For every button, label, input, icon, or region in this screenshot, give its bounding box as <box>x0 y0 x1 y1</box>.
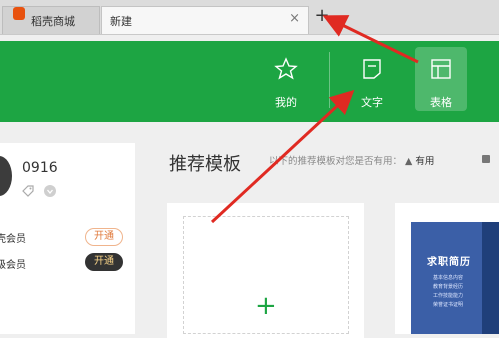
arrow-to-document <box>210 89 355 224</box>
arrow-to-new-tab <box>322 15 419 64</box>
annotation-arrows <box>210 15 419 224</box>
